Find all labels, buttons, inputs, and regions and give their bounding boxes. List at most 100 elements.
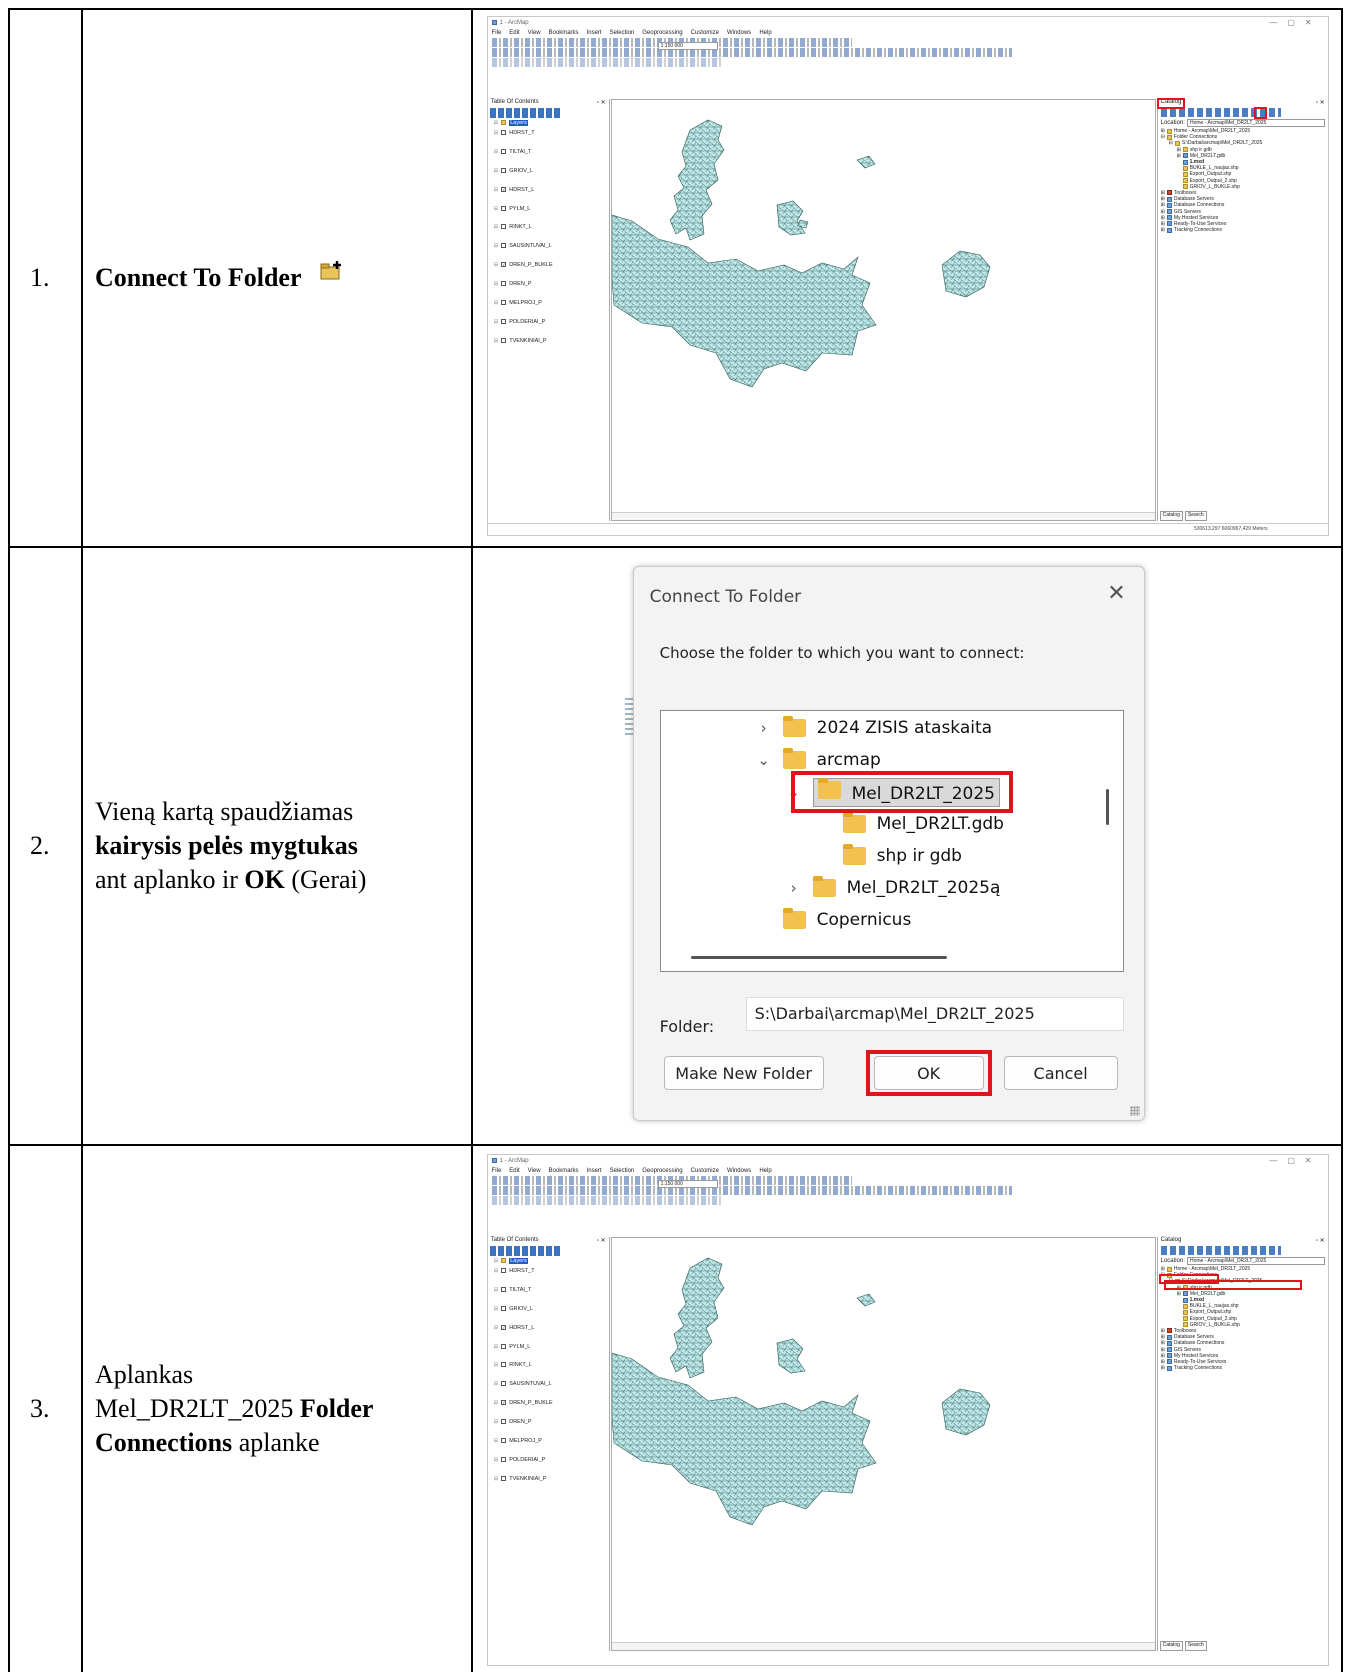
expand-icon[interactable]: ⊟: [494, 1287, 499, 1293]
tools-toolbar[interactable]: [491, 1186, 1012, 1195]
menu-bookmarks[interactable]: Bookmarks: [549, 30, 579, 36]
checkbox[interactable]: [501, 1268, 507, 1273]
expand-icon[interactable]: ⊟: [494, 1344, 499, 1350]
location-input[interactable]: Home - Arcmap\Mel_DR2LT_2025: [1186, 1257, 1325, 1265]
expand-icon[interactable]: ⊟: [494, 338, 499, 344]
expand-icon[interactable]: ⊟: [494, 243, 499, 249]
folder-tree[interactable]: › 2024 ZISIS ataskaita ⌄ arcmap ⌄ Mel_DR2LT…: [659, 710, 1124, 972]
toc-toolbar[interactable]: [489, 1246, 560, 1256]
layer-item[interactable]: ⊟ DREN_P: [494, 280, 609, 299]
tab-search[interactable]: Search: [1184, 1641, 1207, 1651]
layer-item[interactable]: ⊟ TVENKINIAI_P: [494, 337, 609, 356]
chevron-right-icon[interactable]: ›: [757, 719, 771, 737]
menu-customize[interactable]: Customize: [691, 30, 719, 36]
close-icon[interactable]: ✕: [1107, 581, 1125, 606]
checkbox[interactable]: [501, 1343, 507, 1349]
layer-item[interactable]: ⊟ GRIOV_L: [494, 1305, 609, 1324]
map-view[interactable]: [610, 1237, 1156, 1651]
toc-toolbar[interactable]: [489, 108, 560, 118]
layer-item[interactable]: ⊟ SAUSINTUVAI_L: [494, 242, 609, 261]
menu-edit[interactable]: Edit: [509, 30, 519, 36]
expand-icon[interactable]: ⊟: [494, 1476, 499, 1482]
layer-item[interactable]: ⊟ ✓ HDRST_L: [494, 186, 609, 205]
tab-catalog[interactable]: Catalog: [1159, 1641, 1183, 1651]
layer-item[interactable]: ⊟ DREN_P: [494, 1418, 609, 1437]
checkbox[interactable]: [501, 318, 507, 324]
checkbox[interactable]: [501, 130, 507, 135]
map-status-bar[interactable]: [611, 512, 1155, 520]
checkbox-checked[interactable]: ✓: [501, 1324, 507, 1330]
checkbox[interactable]: [501, 1419, 507, 1425]
layer-item[interactable]: ⊟ MELPROJ_P: [494, 1437, 609, 1456]
layer-item[interactable]: ⊟ HDRST_T: [494, 1267, 609, 1286]
catalog-toolbar[interactable]: [1160, 1246, 1281, 1255]
folder-path-input[interactable]: S:\Darbai\arcmap\Mel_DR2LT_2025: [745, 997, 1124, 1031]
expand-icon[interactable]: ⊟: [494, 1457, 499, 1463]
cancel-button[interactable]: Cancel: [1003, 1056, 1118, 1090]
layer-item[interactable]: ⊟ POLDERIAI_P: [494, 1456, 609, 1475]
menu-selection[interactable]: Selection: [610, 30, 635, 36]
checkbox[interactable]: [501, 167, 507, 173]
expand-icon[interactable]: ⊟: [494, 206, 499, 212]
checkbox[interactable]: [501, 1286, 507, 1292]
location-input[interactable]: Home - Arcmap\Mel_DR2LT_2025: [1186, 119, 1325, 127]
checkbox[interactable]: [501, 1438, 507, 1444]
checkbox[interactable]: [501, 224, 507, 230]
layer-item[interactable]: ⊟ ✓ DREN_P_BUKLE: [494, 1399, 609, 1418]
layers-root[interactable]: ⊟ Layers: [494, 119, 609, 129]
menu-file[interactable]: File: [492, 1168, 502, 1174]
expand-icon[interactable]: ⊟: [494, 300, 499, 306]
expand-icon[interactable]: ⊟: [494, 1438, 499, 1444]
expand-icon[interactable]: ⊟: [494, 187, 499, 193]
checkbox[interactable]: [501, 300, 507, 306]
layer-item[interactable]: ⊟ HDRST_T: [494, 129, 609, 148]
menu-bookmarks[interactable]: Bookmarks: [549, 1168, 579, 1174]
layer-item[interactable]: ⊟ GRIOV_L: [494, 167, 609, 186]
window-controls[interactable]: —▢✕: [1269, 1156, 1321, 1165]
menu-insert[interactable]: Insert: [587, 30, 602, 36]
menu-view[interactable]: View: [528, 1168, 541, 1174]
layout-toolbar[interactable]: [491, 1196, 722, 1205]
expand-icon[interactable]: ⊟: [494, 281, 499, 287]
scale-box[interactable]: 1:150 000: [657, 42, 718, 50]
layer-item[interactable]: ⊟ SAUSINTUVAI_L: [494, 1380, 609, 1399]
layer-item[interactable]: ⊟ POLDERIAI_P: [494, 318, 609, 337]
close-icon[interactable]: ▫ ✕: [597, 99, 606, 107]
checkbox[interactable]: [501, 337, 507, 343]
resize-grip-icon[interactable]: [1129, 1106, 1140, 1116]
vertical-scrollbar[interactable]: [1105, 789, 1109, 825]
scale-box[interactable]: 1:150 000: [657, 1180, 718, 1188]
checkbox-checked[interactable]: ✓: [501, 186, 507, 192]
menu-edit[interactable]: Edit: [509, 1168, 519, 1174]
expand-icon[interactable]: ⊟: [494, 1400, 499, 1406]
checkbox-checked[interactable]: ✓: [501, 262, 507, 268]
collapse-icon[interactable]: ⊟: [494, 1258, 499, 1264]
chevron-right-icon[interactable]: ›: [787, 879, 801, 897]
folder-item[interactable]: Mel_DR2LT.gdb: [842, 809, 1004, 839]
layer-item[interactable]: ⊟ ✓ HDRST_L: [494, 1324, 609, 1343]
menu-windows[interactable]: Windows: [727, 30, 751, 36]
tab-catalog[interactable]: Catalog: [1159, 511, 1183, 521]
menu-selection[interactable]: Selection: [610, 1168, 635, 1174]
menu-windows[interactable]: Windows: [727, 1168, 751, 1174]
tree-item[interactable]: ⊞ Tracking Connections: [1161, 227, 1328, 233]
menu-insert[interactable]: Insert: [587, 1168, 602, 1174]
expand-icon[interactable]: ⊟: [494, 1362, 499, 1368]
layer-item[interactable]: ⊟ TILTAI_T: [494, 148, 609, 167]
horizontal-scrollbar[interactable]: [690, 956, 947, 959]
checkbox[interactable]: [501, 1475, 507, 1481]
close-icon[interactable]: ▫ ✕: [1316, 1237, 1325, 1245]
folder-item[interactable]: › Mel_DR2LT_2025ą: [787, 873, 1000, 903]
checkbox[interactable]: [501, 243, 507, 249]
expand-icon[interactable]: ⊟: [494, 1381, 499, 1387]
collapse-icon[interactable]: ⊟: [494, 120, 499, 126]
tab-search[interactable]: Search: [1184, 511, 1207, 521]
menu-customize[interactable]: Customize: [691, 1168, 719, 1174]
layer-item[interactable]: ⊟ TILTAI_T: [494, 1286, 609, 1305]
checkbox[interactable]: [501, 148, 507, 154]
menu-geoprocessing[interactable]: Geoprocessing: [642, 30, 682, 36]
expand-icon[interactable]: ⊟: [494, 1268, 499, 1274]
layers-root[interactable]: ⊟ Layers: [494, 1257, 609, 1267]
folder-item[interactable]: shp ir gdb: [842, 841, 962, 871]
tree-item[interactable]: ⊞ Tracking Connections: [1161, 1365, 1328, 1371]
